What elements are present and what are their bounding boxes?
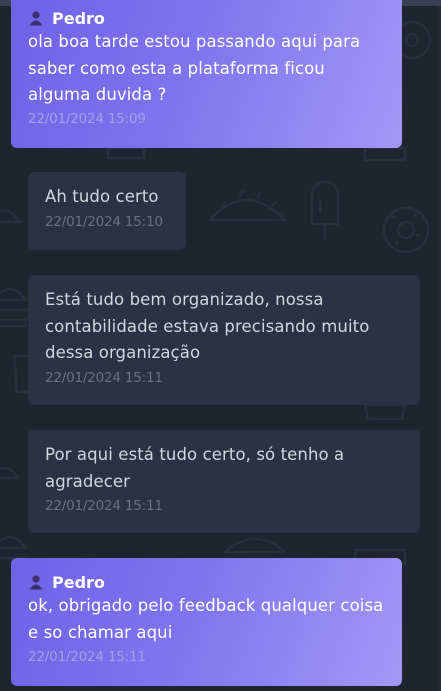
message-text: ola boa tarde estou passando aqui para s… xyxy=(28,32,361,104)
cup-icon xyxy=(363,403,407,421)
burger-icon xyxy=(0,287,28,328)
message-timestamp: 22/01/2024 15:09 xyxy=(28,110,146,127)
sender-row: Pedro xyxy=(28,571,390,593)
burger-icon xyxy=(0,535,28,560)
user-icon xyxy=(29,575,43,590)
message-bubble-sent[interactable]: Pedro ola boa tarde estou passando aqui … xyxy=(11,0,402,148)
message-timestamp: 22/01/2024 15:11 xyxy=(45,498,163,514)
message-bubble-received[interactable]: Ah tudo certo 22/01/2024 15:10 xyxy=(28,172,186,250)
message-text: ok, obrigado pelo feedback qualquer cois… xyxy=(28,596,384,642)
cup-icon xyxy=(106,146,146,160)
sender-name: Pedro xyxy=(52,8,105,28)
popsicle-icon xyxy=(310,180,340,240)
user-icon xyxy=(29,11,43,26)
message-text: Está tudo bem organizado, nossa contabil… xyxy=(45,290,370,362)
donut-icon xyxy=(382,206,430,254)
message-bubble-received[interactable]: Por aqui está tudo certo, só tenho a agr… xyxy=(28,430,420,533)
message-bubble-received[interactable]: Está tudo bem organizado, nossa contabil… xyxy=(28,275,420,405)
sender-row: Pedro xyxy=(28,7,390,29)
sender-name: Pedro xyxy=(52,572,105,592)
message-bubble-sent[interactable]: Pedro ok, obrigado pelo feedback qualque… xyxy=(11,558,402,686)
message-text: Por aqui está tudo certo, só tenho a agr… xyxy=(45,445,345,491)
message-timestamp: 22/01/2024 15:11 xyxy=(45,369,163,386)
taco-icon xyxy=(0,466,20,480)
cup-icon xyxy=(363,146,407,162)
taco-icon xyxy=(208,189,287,222)
message-timestamp: 22/01/2024 15:10 xyxy=(45,213,163,230)
burger-icon xyxy=(223,537,287,562)
message-text: Ah tudo certo xyxy=(45,187,159,206)
taco-icon xyxy=(0,209,22,224)
message-timestamp: 22/01/2024 15:11 xyxy=(28,649,146,665)
chat-message-list[interactable]: Pedro ola boa tarde estou passando aqui … xyxy=(0,0,441,691)
